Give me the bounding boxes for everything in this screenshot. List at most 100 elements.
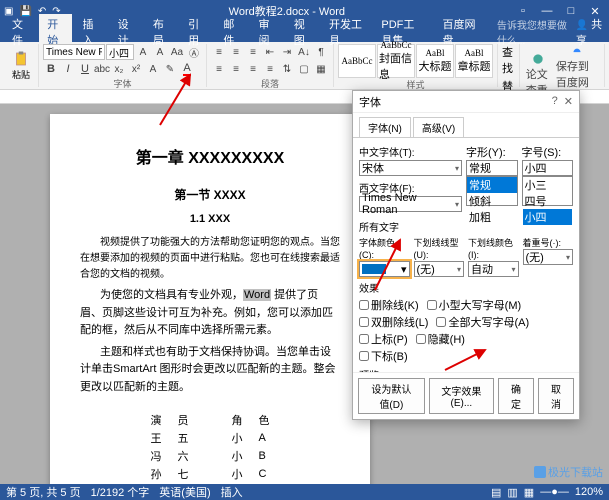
grow-font-icon[interactable]: A	[135, 44, 151, 60]
font-group: A A Aa Ⓐ B I U abc x₂ x² A ✎ A 字体	[39, 44, 207, 87]
table-row: 王五小A	[143, 429, 278, 447]
table-row: 孙七小C	[143, 465, 278, 483]
style-listbox[interactable]: 常规 倾斜 加粗	[466, 176, 518, 206]
heading-2: 第一节 XXXX	[80, 186, 340, 203]
bullet-icon[interactable]: ≡	[211, 44, 227, 60]
font-name-select[interactable]	[43, 44, 105, 60]
ribbon: 粘贴 A A Aa Ⓐ B I U abc x₂	[0, 42, 609, 90]
chk-smallcaps[interactable]: 小型大写字母(M)	[427, 297, 522, 313]
share-label: 共享	[576, 19, 602, 47]
status-page[interactable]: 第 5 页, 共 5 页	[6, 484, 81, 500]
superscript-icon[interactable]: x²	[128, 61, 144, 77]
size-listbox[interactable]: 小三 四号 小四	[522, 176, 574, 206]
underline-icon[interactable]: U	[77, 61, 93, 77]
emphasis-label: 着重号(·):	[523, 238, 562, 248]
sort-icon[interactable]: A↓	[296, 44, 312, 60]
chk-dblstrike[interactable]: 双删除线(L)	[359, 314, 428, 330]
table-header: 演员角色	[143, 411, 278, 429]
bold-icon[interactable]: B	[43, 61, 59, 77]
chk-strike[interactable]: 删除线(K)	[359, 297, 419, 313]
en-font-combo[interactable]: Times New Roman▾	[359, 196, 462, 212]
style-item-3[interactable]: AaBl大标题	[416, 44, 454, 78]
align-right-icon[interactable]: ≡	[245, 61, 261, 77]
set-default-button[interactable]: 设为默认值(D)	[358, 378, 425, 414]
zoom-slider[interactable]: ―●―	[540, 486, 569, 499]
justify-icon[interactable]: ≡	[262, 61, 278, 77]
font-color-combo[interactable]: ▾	[359, 261, 410, 277]
editing-group: 查找 替换 选择	[498, 44, 520, 87]
indent-dec-icon[interactable]: ⇤	[262, 44, 278, 60]
strike-icon[interactable]: abc	[94, 61, 110, 77]
paste-button[interactable]: 粘贴	[8, 50, 34, 81]
dialog-close-icon[interactable]: ✕	[564, 95, 573, 108]
find-button[interactable]: 查找	[502, 44, 515, 76]
heading-3: 1.1 XXX	[80, 213, 340, 225]
chk-super[interactable]: 上标(P)	[359, 331, 408, 347]
style-item-4[interactable]: AaBl章标题	[455, 44, 493, 78]
dialog-tab-advanced[interactable]: 高级(V)	[413, 117, 464, 137]
view-web-icon[interactable]: ▦	[524, 486, 534, 499]
multilevel-icon[interactable]: ≡	[245, 44, 261, 60]
styles-group: AaBbCc AaBbCc封面信息 AaBl大标题 AaBl章标题 样式	[334, 44, 498, 87]
highlight-icon[interactable]: ✎	[162, 61, 178, 77]
status-insert[interactable]: 插入	[221, 484, 243, 500]
view-print-icon[interactable]: ▥	[507, 486, 517, 499]
view-read-icon[interactable]: ▤	[491, 486, 501, 499]
underline-combo[interactable]: (无)▾	[414, 261, 465, 277]
dialog-help-icon[interactable]: ?	[552, 95, 558, 108]
style-item-2[interactable]: AaBbCc封面信息	[377, 44, 415, 78]
para-group-label: 段落	[261, 77, 279, 90]
paste-label: 粘贴	[12, 68, 30, 81]
clear-format-icon[interactable]: Ⓐ	[186, 44, 202, 60]
style-input[interactable]: 常规	[466, 160, 518, 176]
zoom-value[interactable]: 120%	[575, 486, 603, 499]
number-icon[interactable]: ≡	[228, 44, 244, 60]
tell-me-input[interactable]: 告诉我您想要做什么...	[497, 17, 574, 47]
shrink-font-icon[interactable]: A	[152, 44, 168, 60]
change-case-icon[interactable]: Aa	[169, 44, 185, 60]
para-3: 主题和样式也有助于文档保持协调。当您单击设计单击SmartArt 图形时会更改以…	[80, 344, 340, 397]
heading-1: 第一章 XXXXXXXXX	[80, 144, 340, 168]
ribbon-options-icon[interactable]: ▫	[513, 5, 533, 17]
page[interactable]: 第一章 XXXXXXXXX 第一节 XXXX 1.1 XXX 视频提供了功能强大…	[50, 114, 370, 484]
emphasis-combo[interactable]: (无)▾	[523, 249, 574, 265]
size-label: 字号(S):	[522, 147, 562, 159]
font-size-select[interactable]	[106, 44, 134, 60]
align-center-icon[interactable]: ≡	[228, 61, 244, 77]
size-input[interactable]: 小四	[522, 160, 574, 176]
underline-color-label: 下划线颜色(I):	[468, 238, 513, 260]
dialog-titlebar[interactable]: 字体 ? ✕	[353, 91, 579, 113]
subscript-icon[interactable]: x₂	[111, 61, 127, 77]
chk-allcaps[interactable]: 全部大写字母(A)	[436, 314, 529, 330]
cn-font-label: 中文字体(T):	[359, 144, 462, 159]
status-lang[interactable]: 英语(美国)	[159, 484, 210, 500]
minimize-icon[interactable]: ―	[537, 5, 557, 17]
cn-font-combo[interactable]: 宋体▾	[359, 160, 462, 176]
border-icon[interactable]: ▦	[313, 61, 329, 77]
shading-icon[interactable]: ▢	[296, 61, 312, 77]
text-effect-icon[interactable]: A	[145, 61, 161, 77]
text-effects-button[interactable]: 文字效果(E)...	[429, 378, 494, 414]
cast-table: 演员角色 王五小A 冯六小B 孙七小C 李四小D 杨十四小E	[80, 411, 340, 484]
font-group-label: 字体	[113, 77, 131, 90]
cancel-button[interactable]: 取消	[538, 378, 574, 414]
align-left-icon[interactable]: ≡	[211, 61, 227, 77]
show-marks-icon[interactable]: ¶	[313, 44, 329, 60]
italic-icon[interactable]: I	[60, 61, 76, 77]
selected-text: Word	[243, 289, 271, 301]
underline-color-combo[interactable]: 自动▾	[468, 261, 519, 277]
status-words[interactable]: 1/2192 个字	[91, 484, 150, 500]
font-color-icon[interactable]: A	[179, 61, 195, 77]
statusbar: 第 5 页, 共 5 页 1/2192 个字 英语(美国) 插入 ▤ ▥ ▦ ―…	[0, 484, 609, 500]
chk-hidden[interactable]: 隐藏(H)	[416, 331, 465, 347]
line-spacing-icon[interactable]: ⇅	[279, 61, 295, 77]
dialog-tab-font[interactable]: 字体(N)	[359, 117, 411, 137]
effects-label: 效果	[359, 280, 573, 295]
style-item-1[interactable]: AaBbCc	[338, 44, 376, 78]
underline-label: 下划线线型(U):	[414, 238, 459, 260]
indent-inc-icon[interactable]: ⇥	[279, 44, 295, 60]
ok-button[interactable]: 确定	[498, 378, 534, 414]
chk-sub[interactable]: 下标(B)	[359, 348, 408, 364]
extra-group: 论文查重 保存到百度网盘	[520, 44, 605, 87]
clipboard-group: 粘贴	[4, 44, 39, 87]
